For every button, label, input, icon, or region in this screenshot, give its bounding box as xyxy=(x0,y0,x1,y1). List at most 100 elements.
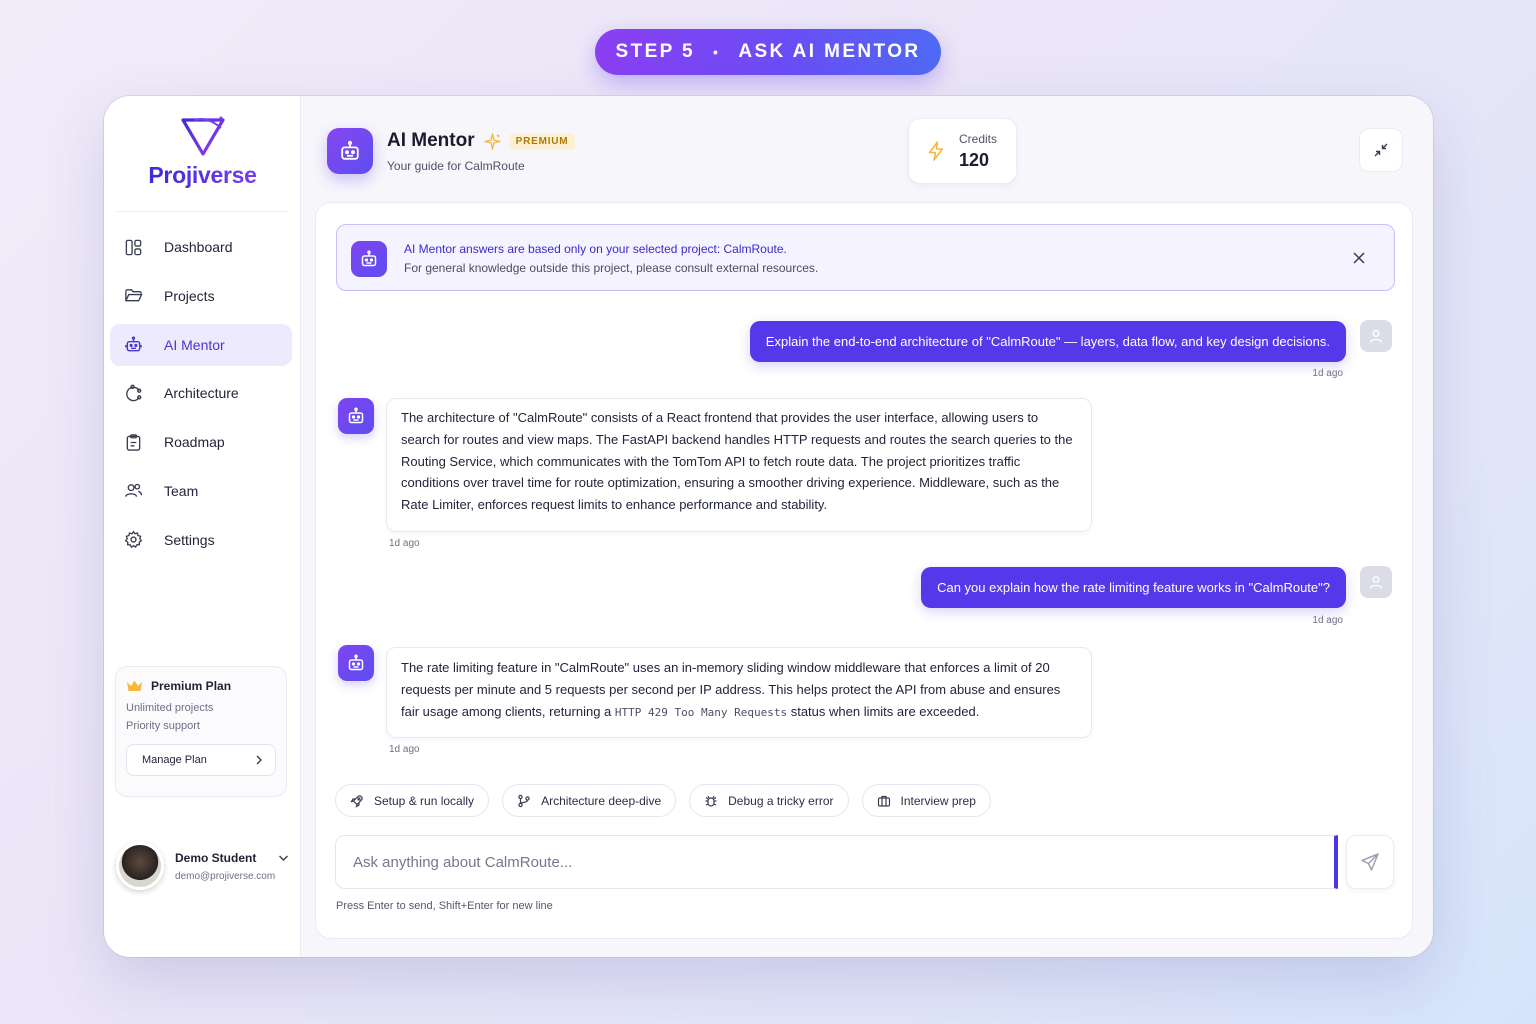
notice-text: For general knowledge outside this proje… xyxy=(404,261,819,275)
robot-icon xyxy=(348,654,364,671)
sidebar-item-label: Settings xyxy=(164,531,215,548)
sidebar-item-settings[interactable]: Settings xyxy=(110,519,292,561)
message-timestamp: 1d ago xyxy=(389,744,420,755)
credits-value: 120 xyxy=(959,149,990,170)
chevron-down-icon[interactable] xyxy=(278,854,289,862)
crown-icon xyxy=(127,680,142,691)
rocket-icon xyxy=(350,794,363,808)
message-timestamp: 1d ago xyxy=(1312,615,1343,626)
premium-plan-card: Premium Plan Unlimited projects Priority… xyxy=(115,666,287,797)
sidebar-item-projects[interactable]: Projects xyxy=(110,275,292,317)
plan-feature: Priority support xyxy=(126,720,200,732)
chip-label: Interview prep xyxy=(900,793,976,808)
message-text: The architecture of "CalmRoute" consists… xyxy=(401,410,1073,513)
robot-icon xyxy=(348,407,364,424)
mentor-avatar xyxy=(338,645,374,681)
bug-icon xyxy=(705,795,717,807)
chip-debug[interactable]: Debug a tricky error xyxy=(689,784,849,817)
user-email: demo@projiverse.com xyxy=(175,870,276,882)
user-message: Explain the end-to-end architecture of "… xyxy=(749,321,1346,362)
chip-architecture[interactable]: Architecture deep-dive xyxy=(502,784,677,817)
manage-plan-button[interactable]: Manage Plan xyxy=(126,744,276,776)
team-icon xyxy=(123,481,143,501)
sidebar-divider xyxy=(116,211,288,212)
sidebar-item-label: Roadmap xyxy=(164,434,225,451)
chip-label: Debug a tricky error xyxy=(728,793,834,808)
chip-interview[interactable]: Interview prep xyxy=(861,784,991,817)
mentor-message: The architecture of "CalmRoute" consists… xyxy=(386,398,1092,532)
main-content: AI Mentor PREMIUM Your guide for CalmRou… xyxy=(301,96,1433,957)
dashboard-icon xyxy=(123,237,143,257)
chip-label: Architecture deep-dive xyxy=(541,793,662,808)
avatar xyxy=(116,842,164,890)
message-timestamp: 1d ago xyxy=(1312,368,1343,379)
gear-icon xyxy=(123,530,143,550)
plan-title: Premium Plan xyxy=(151,679,232,693)
collapse-button[interactable] xyxy=(1359,128,1403,172)
page-title-row: AI Mentor PREMIUM xyxy=(387,130,576,152)
user-icon xyxy=(1369,330,1383,343)
message-text: Explain the end-to-end architecture of "… xyxy=(765,334,1330,349)
user-message: Can you explain how the rate limiting fe… xyxy=(921,567,1346,608)
chat-panel: AI Mentor answers are based only on your… xyxy=(315,202,1413,939)
send-icon xyxy=(1361,853,1379,871)
sidebar: Projiverse Dashboard Projects AI Mentor … xyxy=(104,96,301,957)
credits-card: Credits 120 xyxy=(908,118,1017,184)
plan-feature: Unlimited projects xyxy=(126,702,214,714)
mentor-avatar xyxy=(338,398,374,434)
sidebar-item-architecture[interactable]: Architecture xyxy=(110,372,292,414)
close-icon[interactable] xyxy=(1352,251,1366,265)
credits-info: Credits 120 xyxy=(959,132,997,171)
sidebar-item-team[interactable]: Team xyxy=(110,470,292,512)
message-input-wrapper xyxy=(335,835,1338,889)
sidebar-item-label: AI Mentor xyxy=(164,336,225,353)
user-info: Demo Student demo@projiverse.com xyxy=(175,851,275,882)
user-avatar xyxy=(1360,566,1392,598)
folder-icon xyxy=(123,286,143,306)
ai-mentor-header-icon xyxy=(327,128,373,174)
step-label: STEP 5 xyxy=(615,41,696,62)
user-icon xyxy=(1369,576,1383,589)
step-separator: • xyxy=(713,44,721,60)
notice-bot-avatar xyxy=(351,241,387,277)
mentor-message: The rate limiting feature in "CalmRoute"… xyxy=(386,647,1092,738)
minimize-icon xyxy=(1374,143,1388,157)
suggestion-chips: Setup & run locally Architecture deep-di… xyxy=(335,784,1004,817)
sidebar-item-label: Projects xyxy=(164,287,215,304)
sidebar-nav: Dashboard Projects AI Mentor Architectur… xyxy=(110,226,292,568)
message-text: Can you explain how the rate limiting fe… xyxy=(937,580,1330,595)
clipboard-icon xyxy=(123,432,143,452)
page-subtitle: Your guide for CalmRoute xyxy=(387,159,525,173)
sidebar-item-label: Architecture xyxy=(164,385,239,402)
sparkle-icon xyxy=(483,132,501,150)
premium-badge: PREMIUM xyxy=(508,132,576,150)
sidebar-item-dashboard[interactable]: Dashboard xyxy=(110,226,292,268)
briefcase-icon xyxy=(877,795,890,807)
credits-label: Credits xyxy=(959,131,998,146)
brand-name: Projiverse xyxy=(148,162,257,188)
user-profile[interactable]: Demo Student demo@projiverse.com xyxy=(116,842,291,890)
sidebar-item-label: Dashboard xyxy=(164,239,233,255)
robot-icon xyxy=(123,335,143,355)
chevron-right-icon xyxy=(256,755,262,765)
sidebar-item-roadmap[interactable]: Roadmap xyxy=(110,421,292,463)
git-branch-icon xyxy=(518,794,530,807)
message-input[interactable] xyxy=(336,836,1334,888)
manage-plan-label: Manage Plan xyxy=(142,754,207,766)
architecture-icon xyxy=(123,383,143,403)
notice-title: AI Mentor answers are based only on your… xyxy=(404,242,787,256)
sidebar-item-label: Team xyxy=(164,482,199,499)
brand-logo[interactable]: Projiverse xyxy=(104,114,301,189)
send-button[interactable] xyxy=(1346,835,1394,889)
app-window: Projiverse Dashboard Projects AI Mentor … xyxy=(104,96,1433,957)
robot-icon xyxy=(361,250,377,267)
lightning-icon xyxy=(928,141,944,161)
chip-setup[interactable]: Setup & run locally xyxy=(335,784,490,817)
message-text: status when limits are exceeded. xyxy=(787,703,980,719)
code-snippet: HTTP 429 Too Many Requests xyxy=(614,705,788,719)
composer-hint: Press Enter to send, Shift+Enter for new… xyxy=(336,900,553,912)
page-title: AI Mentor xyxy=(387,130,475,151)
sidebar-item-ai-mentor[interactable]: AI Mentor xyxy=(110,323,292,366)
project-scope-notice: AI Mentor answers are based only on your… xyxy=(336,224,1395,291)
plan-header: Premium Plan xyxy=(126,679,276,693)
